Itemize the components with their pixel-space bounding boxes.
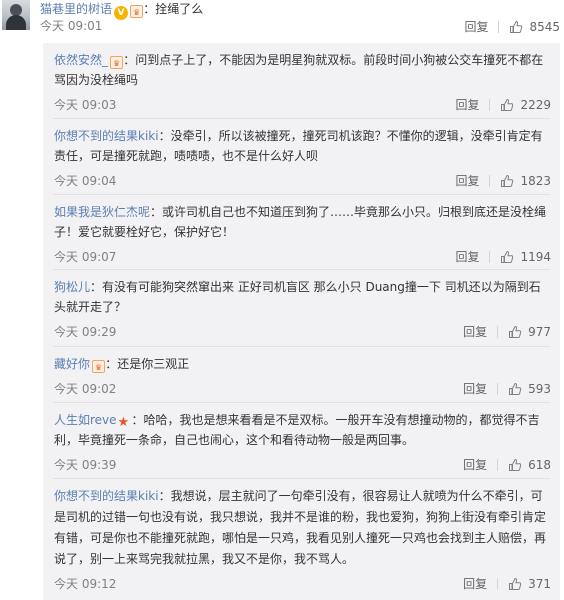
reply-meta: 今天 09:04 回复 1823	[54, 172, 551, 190]
reply-meta: 今天 09:29 回复 977	[54, 323, 551, 341]
username-link[interactable]: 藏好你	[54, 357, 90, 371]
like-button[interactable]: 977	[508, 323, 551, 341]
reply-button[interactable]: 回复	[464, 18, 488, 35]
thumbs-up-icon	[501, 98, 514, 111]
divider	[497, 383, 499, 395]
thumbs-up-icon	[510, 20, 523, 33]
reply-actions: 回复 977	[463, 323, 551, 341]
top-comment: 猫巷里的树语 V ♛ ：拴绳了么 今天 09:01 回复 8545	[0, 0, 564, 40]
reply-meta: 今天 09:39 回复 618	[54, 456, 551, 474]
reply-actions: 回复 2229	[455, 96, 551, 114]
reply-text: ：还是你三观正	[105, 357, 190, 371]
username-link[interactable]: 狗松儿	[54, 280, 90, 294]
divider	[489, 175, 491, 187]
thumbs-up-icon	[509, 325, 522, 338]
timestamp: 今天 09:07	[54, 250, 117, 264]
reply-button[interactable]: 回复	[455, 172, 479, 190]
reply-meta: 今天 09:02 回复 593	[54, 380, 551, 398]
like-button[interactable]: 618	[508, 456, 551, 474]
reply-button[interactable]: 回复	[463, 575, 487, 593]
like-count: 593	[528, 382, 551, 396]
comment-actions: 回复 8545	[464, 18, 560, 34]
reply-meta: 今天 09:07 回复 1194	[54, 248, 551, 266]
reply-body: 人生如reve★ ：哈哈，我也是想来看看是不是双标。一般开车没有想撞动物的，都觉得…	[54, 410, 551, 450]
like-count: 1823	[520, 174, 551, 188]
reply-body: 如果我是狄仁杰呢：或许司机自己也不知道压到狗了……毕竟那么小只。归根到底还是没栓…	[54, 202, 551, 242]
reply-actions: 回复 618	[463, 456, 551, 474]
star-icon: ★	[117, 415, 130, 430]
divider	[489, 99, 491, 111]
thumbs-up-icon	[509, 577, 522, 590]
username-link[interactable]: 你想不到的结果kiki	[54, 129, 159, 143]
reply-button[interactable]: 回复	[463, 456, 487, 474]
username-link[interactable]: 依然安然_	[54, 53, 108, 67]
thumbs-up-icon	[509, 458, 522, 471]
like-button[interactable]: 2229	[500, 96, 551, 114]
avatar[interactable]	[2, 0, 30, 30]
divider	[497, 578, 499, 590]
timestamp: 今天 09:39	[54, 458, 117, 472]
reply-body: 依然安然_ ♛ ：问到点子上了，不能因为是明星狗就双标。前段时间小狗被公交车撞死不都…	[54, 50, 551, 90]
username-link[interactable]: 猫巷里的树语	[40, 2, 112, 16]
like-count: 618	[528, 458, 551, 472]
vip-icon: ♛	[130, 5, 144, 18]
reply-item: 你想不到的结果kiki：没牵引，所以该被撞死，撞死司机该跑？不懂你的逻辑，没牵引…	[43, 119, 560, 195]
username-link[interactable]: 如果我是狄仁杰呢	[54, 205, 150, 219]
timestamp: 今天 09:04	[54, 174, 117, 188]
reply-actions: 回复 1194	[455, 248, 551, 266]
divider	[498, 21, 500, 33]
reply-text: ：有没有可能狗突然窜出来 正好司机盲区 那么小只 Duang撞一下 司机还以为隔…	[54, 280, 541, 314]
reply-body: 狗松儿：有没有可能狗突然窜出来 正好司机盲区 那么小只 Duang撞一下 司机还…	[54, 277, 551, 317]
reply-button[interactable]: 回复	[455, 96, 479, 114]
timestamp: 今天 09:29	[54, 325, 117, 339]
like-button[interactable]: 1823	[500, 172, 551, 190]
reply-item: 人生如reve★ ：哈哈，我也是想来看看是不是双标。一般开车没有想撞动物的，都觉得…	[43, 403, 560, 479]
like-button[interactable]: 371	[508, 575, 551, 593]
reply-item: 你想不到的结果kiki：我想说，层主就问了一句牵引没有，很容易让人就喷为什么不牵…	[43, 479, 560, 600]
like-count: 371	[528, 577, 551, 591]
reply-body: 你想不到的结果kiki：我想说，层主就问了一句牵引没有，很容易让人就喷为什么不牵…	[54, 486, 551, 570]
like-button[interactable]: 8545	[509, 20, 560, 34]
thumbs-up-icon	[509, 382, 522, 395]
reply-meta: 今天 09:03 回复 2229	[54, 96, 551, 114]
like-button[interactable]: 1194	[500, 248, 551, 266]
like-count: 2229	[520, 98, 551, 112]
thumbs-up-icon	[501, 174, 514, 187]
reply-button[interactable]: 回复	[463, 323, 487, 341]
reply-button[interactable]: 回复	[455, 248, 479, 266]
reply-list: 依然安然_ ♛ ：问到点子上了，不能因为是明星狗就双标。前段时间小狗被公交车撞死不都…	[43, 43, 560, 600]
username-link[interactable]: 你想不到的结果kiki	[54, 489, 159, 503]
divider	[497, 326, 499, 338]
like-count: 977	[528, 325, 551, 339]
reply-item: 藏好你 ♛ ：还是你三观正 今天 09:02 回复 593	[43, 347, 560, 403]
top-comment-text-line: 猫巷里的树语 V ♛ ：拴绳了么	[40, 0, 204, 20]
reply-item: 狗松儿：有没有可能狗突然窜出来 正好司机盲区 那么小只 Duang撞一下 司机还…	[43, 270, 560, 347]
username-link[interactable]: 人生如reve	[54, 413, 117, 427]
comment-text: ：拴绳了么	[143, 2, 204, 16]
timestamp: 今天 09:02	[54, 382, 117, 396]
vip-icon: ♛	[110, 56, 124, 69]
reply-actions: 回复 1823	[455, 172, 551, 190]
timestamp: 今天 09:01	[40, 19, 103, 33]
reply-body: 藏好你 ♛ ：还是你三观正	[54, 354, 551, 374]
reply-meta: 今天 09:12 回复 371	[54, 575, 551, 593]
thumbs-up-icon	[501, 250, 514, 263]
like-button[interactable]: 593	[508, 380, 551, 398]
divider	[497, 459, 499, 471]
reply-text: ：问到点子上了，不能因为是明星狗就双标。前段时间小狗被公交车撞死不都在骂因为没栓…	[54, 53, 544, 87]
timestamp: 今天 09:03	[54, 98, 117, 112]
reply-body: 你想不到的结果kiki：没牵引，所以该被撞死，撞死司机该跑？不懂你的逻辑，没牵引…	[54, 126, 551, 166]
reply-item: 依然安然_ ♛ ：问到点子上了，不能因为是明星狗就双标。前段时间小狗被公交车撞死不都…	[43, 43, 560, 119]
reply-actions: 回复 371	[463, 575, 551, 593]
reply-actions: 回复 593	[463, 380, 551, 398]
like-count: 8545	[529, 20, 560, 34]
reply-button[interactable]: 回复	[463, 380, 487, 398]
vip-icon: ♛	[92, 360, 106, 373]
divider	[489, 251, 491, 263]
like-count: 1194	[520, 250, 551, 264]
reply-item: 如果我是狄仁杰呢：或许司机自己也不知道压到狗了……毕竟那么小只。归根到底还是没栓…	[43, 195, 560, 270]
timestamp: 今天 09:12	[54, 577, 117, 591]
